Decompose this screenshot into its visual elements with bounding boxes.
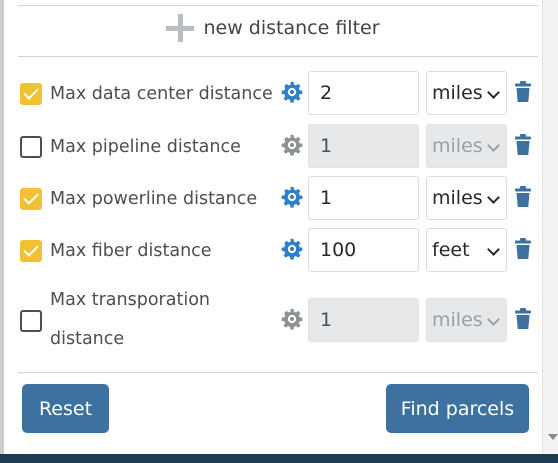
- gear-icon[interactable]: [281, 238, 303, 260]
- gear-icon: [281, 308, 303, 330]
- plus-icon: [166, 14, 195, 42]
- chevron-down-icon: [487, 139, 500, 152]
- distance-value-input: 1: [308, 124, 419, 168]
- trash-icon[interactable]: [515, 308, 531, 330]
- trash-icon[interactable]: [515, 134, 531, 156]
- unit-select-value: miles: [432, 135, 483, 157]
- gear-icon: [281, 134, 303, 156]
- distance-value-input[interactable]: 2: [308, 71, 419, 115]
- reset-button[interactable]: Reset: [22, 384, 109, 433]
- filter-label-pipeline: Max pipeline distance: [50, 137, 241, 157]
- header-divider: [18, 56, 538, 57]
- unit-select: miles: [426, 124, 507, 168]
- filter-checkbox-transportation[interactable]: [20, 310, 42, 332]
- gear-icon[interactable]: [281, 81, 303, 103]
- scroll-down-icon[interactable]: [548, 434, 558, 440]
- chevron-down-icon: [487, 191, 500, 204]
- distance-value-input: 1: [308, 298, 419, 342]
- filter-checkbox-fiber[interactable]: [20, 240, 42, 262]
- filter-row-pipeline: Max pipeline distance 1 miles: [4, 124, 542, 170]
- chevron-down-icon: [487, 86, 500, 99]
- filter-label-data-center: Max data center distance: [50, 84, 273, 104]
- unit-select[interactable]: miles: [426, 176, 507, 220]
- filter-row-fiber: Max fiber distance 100 feet: [4, 228, 542, 274]
- unit-select-value: feet: [432, 239, 470, 261]
- distance-value-input[interactable]: 100: [308, 228, 419, 272]
- unit-select-value: miles: [432, 309, 483, 331]
- trash-icon[interactable]: [515, 186, 531, 208]
- trash-icon[interactable]: [515, 81, 531, 103]
- find-parcels-button[interactable]: Find parcels: [386, 384, 529, 433]
- vertical-scrollbar[interactable]: [542, 0, 558, 455]
- filter-label-transportation-line1: Max transporation: [50, 290, 210, 310]
- filter-label-powerline: Max powerline distance: [50, 189, 258, 209]
- distance-value-input[interactable]: 1: [308, 176, 419, 220]
- new-distance-filter-label: new distance filter: [203, 17, 380, 39]
- footer-divider: [18, 372, 538, 373]
- trash-icon[interactable]: [515, 238, 531, 260]
- gear-icon[interactable]: [281, 186, 303, 208]
- filter-checkbox-data-center[interactable]: [20, 83, 42, 105]
- filter-row-data-center: Max data center distance 2 miles: [4, 71, 542, 117]
- unit-select[interactable]: miles: [426, 71, 507, 115]
- unit-select-value: miles: [432, 82, 483, 104]
- filter-row-transportation: Max transporation distance 1 miles: [4, 290, 542, 349]
- chevron-down-icon: [487, 313, 500, 326]
- unit-select[interactable]: feet: [426, 228, 507, 272]
- bottom-bar: [0, 454, 558, 463]
- unit-select: miles: [426, 298, 507, 342]
- new-distance-filter-button[interactable]: new distance filter: [4, 6, 542, 50]
- chevron-down-icon: [487, 243, 500, 256]
- filter-label-fiber: Max fiber distance: [50, 241, 212, 261]
- filter-label-transportation-line2: distance: [50, 329, 125, 349]
- filter-row-powerline: Max powerline distance 1 miles: [4, 176, 542, 222]
- distance-filter-panel: new distance filter Max data center dist…: [4, 0, 542, 454]
- filter-checkbox-pipeline[interactable]: [20, 136, 42, 158]
- filter-checkbox-powerline[interactable]: [20, 188, 42, 210]
- unit-select-value: miles: [432, 187, 483, 209]
